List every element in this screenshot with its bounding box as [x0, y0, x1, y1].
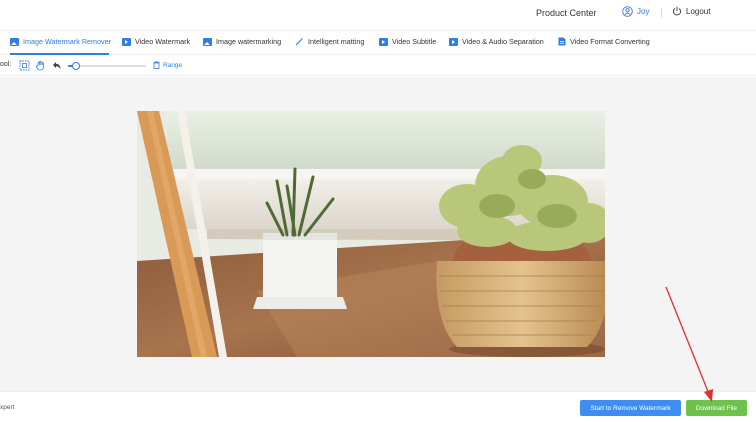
- power-icon: [672, 6, 682, 16]
- uploaded-photo[interactable]: [137, 111, 605, 357]
- document-icon: [558, 37, 566, 46]
- tab-label: Image watermarking: [216, 37, 282, 46]
- user-menu[interactable]: Joy: [622, 6, 649, 17]
- tab-label: Video Watermark: [135, 37, 191, 46]
- image-icon: [203, 37, 212, 46]
- tab-label: Intelligent matting: [308, 37, 365, 46]
- tool-tabs: Image Watermark Remover Video Watermark …: [0, 30, 756, 55]
- magic-wand-icon: [295, 37, 304, 46]
- video-icon: [449, 37, 458, 46]
- video-icon: [379, 37, 388, 46]
- video-icon: [122, 37, 131, 46]
- user-icon: [622, 6, 633, 17]
- top-bar: Product Center Joy Logout: [0, 0, 756, 30]
- logout-button[interactable]: Logout: [672, 6, 710, 16]
- tab-label: Video Subtitle: [392, 37, 437, 46]
- hand-icon[interactable]: [35, 60, 46, 71]
- download-file-button[interactable]: Download File: [686, 400, 747, 416]
- tab-image-watermark-remover[interactable]: Image Watermark Remover: [10, 37, 111, 46]
- tab-video-format-converting[interactable]: Video Format Converting: [558, 37, 650, 46]
- select-box-icon[interactable]: [19, 60, 30, 71]
- tab-video-subtitle[interactable]: Video Subtitle: [379, 37, 436, 46]
- tab-video-watermark[interactable]: Video Watermark: [122, 37, 190, 46]
- brush-size-slider[interactable]: [68, 62, 146, 70]
- slider-handle[interactable]: [72, 62, 80, 70]
- mode-label[interactable]: xpert: [0, 404, 14, 411]
- tab-label: Image Watermark Remover: [23, 37, 112, 46]
- edit-toolbar: ool: Range: [0, 56, 756, 76]
- range-button[interactable]: Range: [153, 61, 182, 69]
- undo-icon[interactable]: [51, 60, 62, 71]
- tool-label: ool:: [0, 61, 12, 68]
- logout-label: Logout: [686, 6, 711, 16]
- user-name: Joy: [637, 7, 650, 16]
- active-tab-indicator: [10, 53, 109, 55]
- image-canvas: [0, 77, 756, 391]
- range-label: Range: [163, 61, 183, 69]
- trash-icon: [153, 61, 160, 69]
- tab-video-audio-separation[interactable]: Video & Audio Separation: [449, 37, 544, 46]
- tab-label: Video & Audio Separation: [462, 37, 544, 46]
- action-footer: xpert Start to Remove Watermark Download…: [0, 391, 756, 422]
- tab-label: Video Format Converting: [570, 37, 650, 46]
- tab-intelligent-matting[interactable]: Intelligent matting: [295, 37, 364, 46]
- start-remove-watermark-button[interactable]: Start to Remove Watermark: [580, 400, 681, 416]
- tab-image-watermarking[interactable]: Image watermarking: [203, 37, 281, 46]
- header-divider: [661, 8, 662, 18]
- product-center-link[interactable]: Product Center: [536, 8, 597, 18]
- image-icon: [10, 37, 19, 46]
